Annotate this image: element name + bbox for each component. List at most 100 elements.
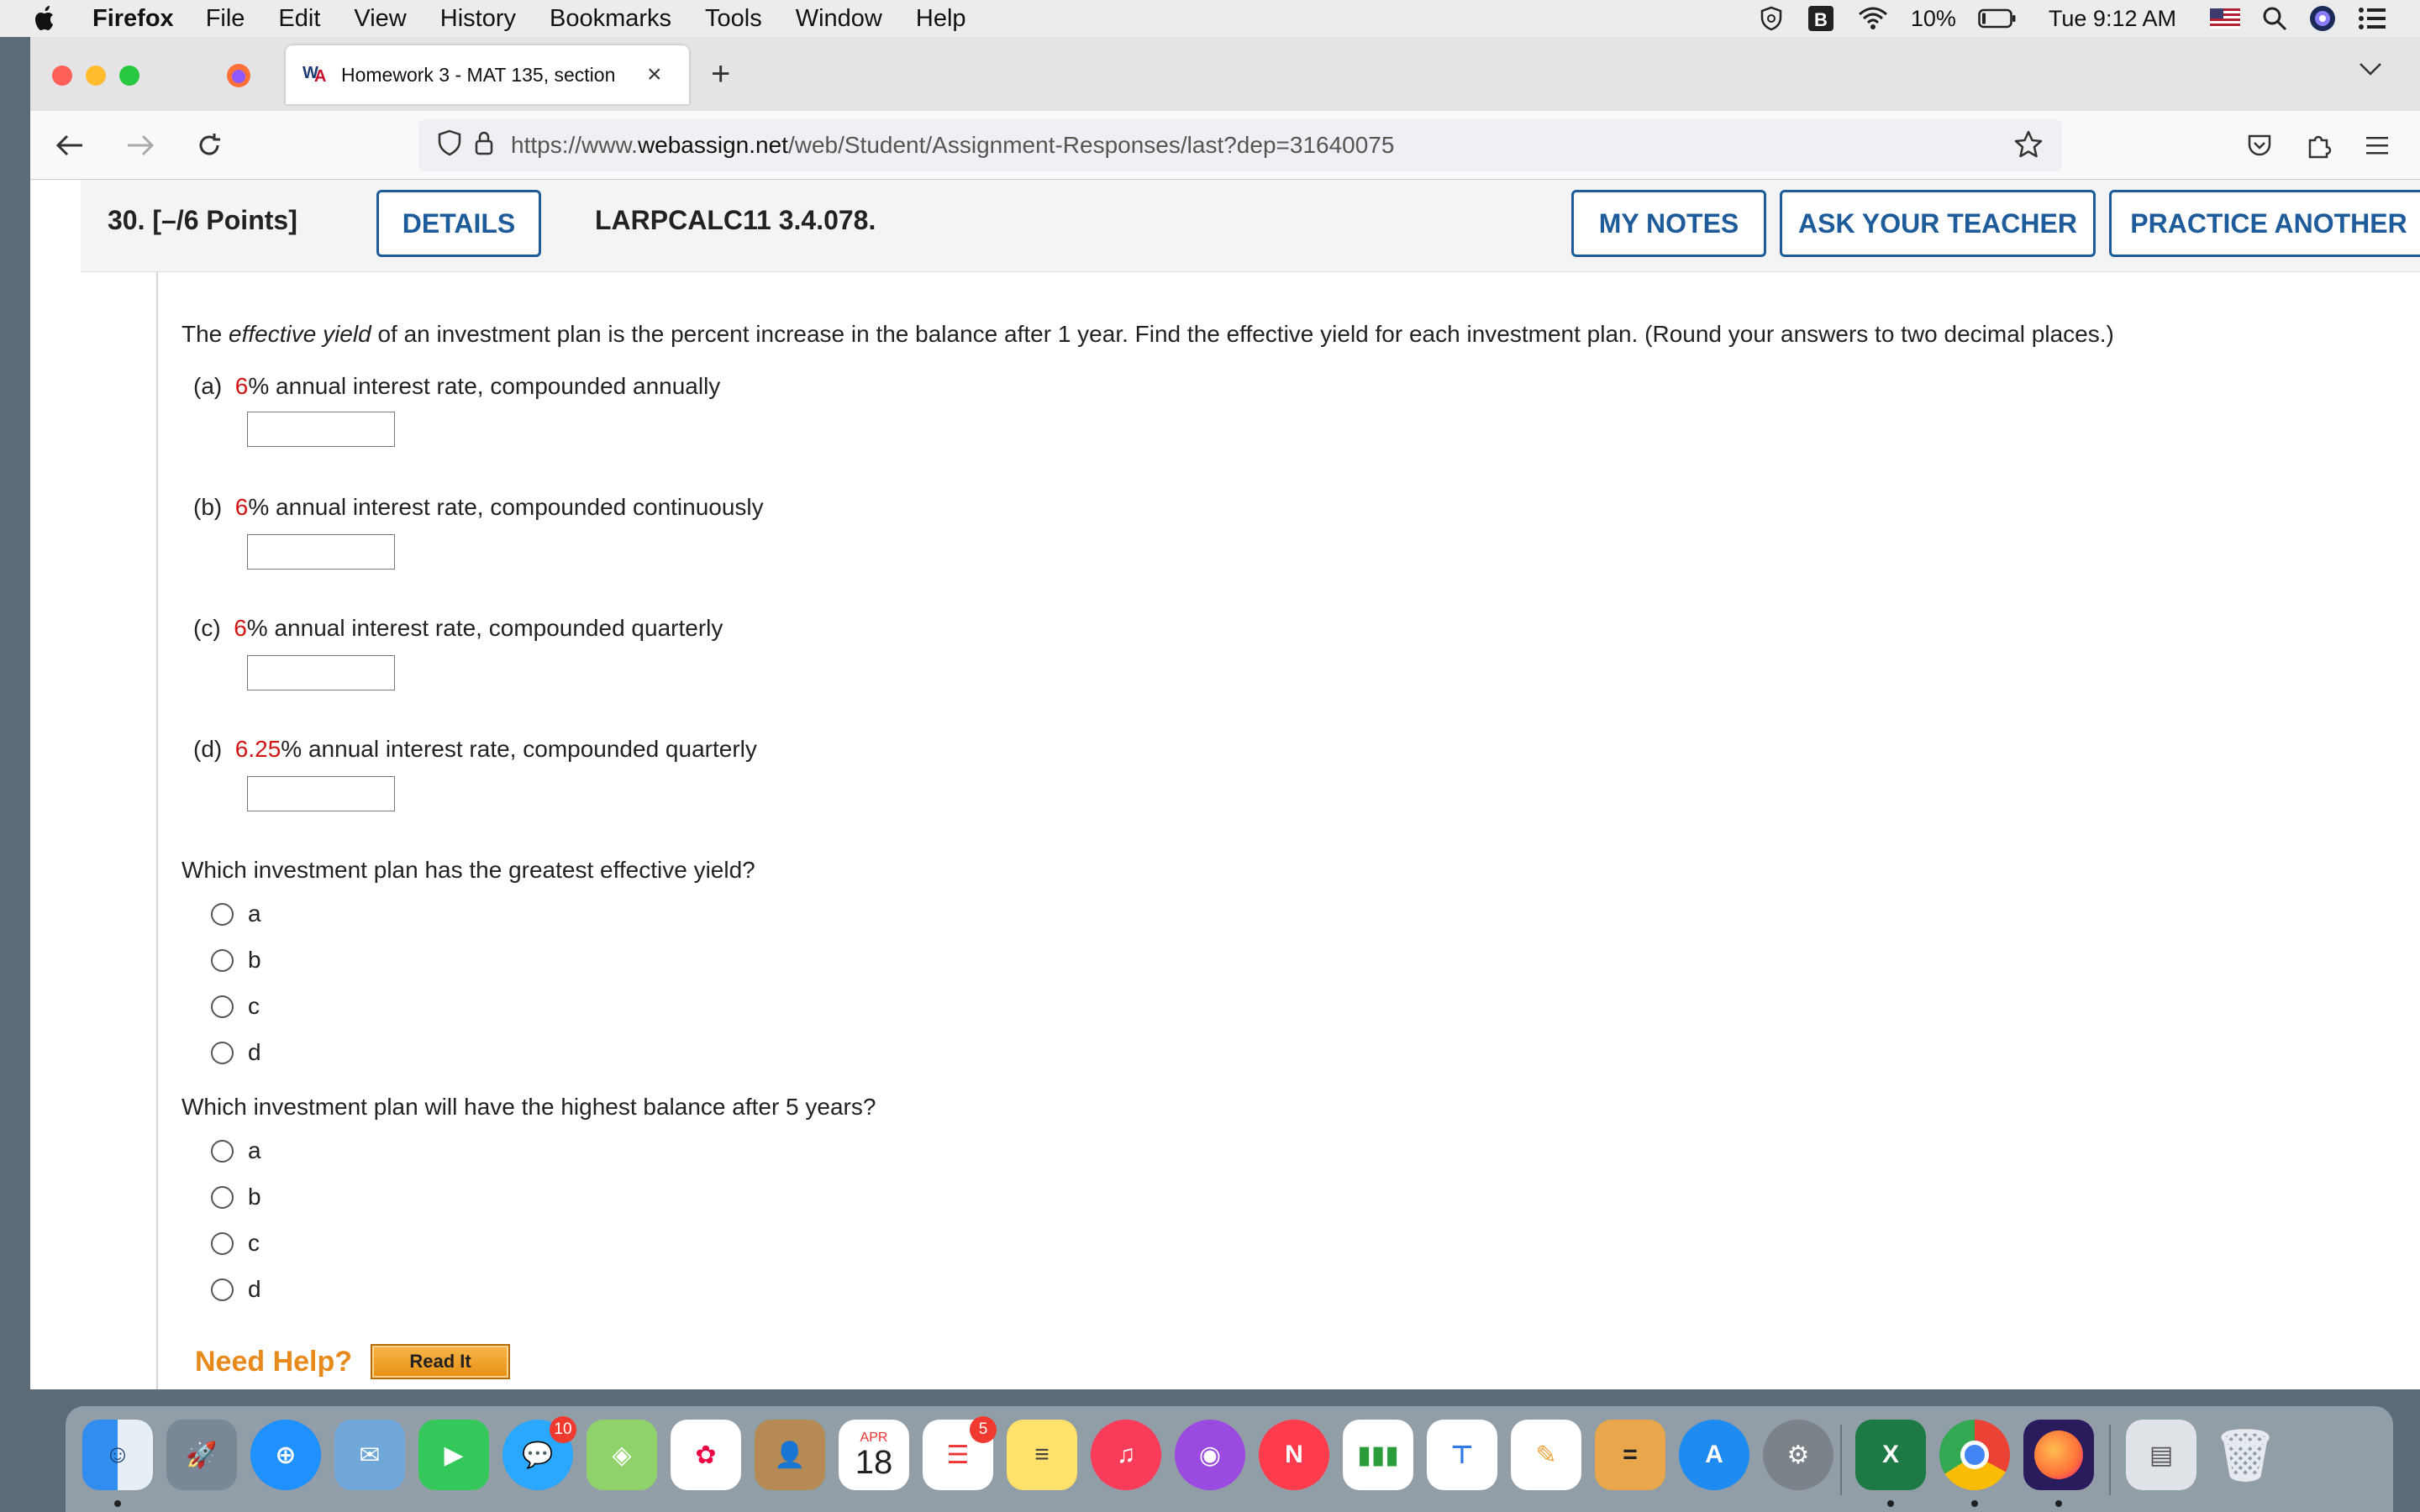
radio-button[interactable]	[211, 995, 234, 1018]
menu-edit[interactable]: Edit	[278, 5, 320, 33]
back-arrow-icon[interactable]	[50, 126, 89, 165]
details-button[interactable]: DETAILS	[376, 190, 541, 257]
app-menu-hamburger-icon[interactable]	[2358, 126, 2396, 165]
address-bar[interactable]: https://www.webassign.net/web/Student/As…	[418, 119, 2062, 171]
lock-icon[interactable]	[474, 130, 494, 161]
maps-icon[interactable]: ◈	[587, 1420, 657, 1490]
safari-icon[interactable]: ⊕	[250, 1420, 321, 1490]
part-b-answer-input[interactable]	[247, 534, 395, 570]
notification-center-icon[interactable]	[2358, 7, 2386, 30]
podcasts-icon[interactable]: ◉	[1175, 1420, 1245, 1490]
need-help-section: Need Help? Read It	[195, 1344, 511, 1379]
us-flag-icon[interactable]	[2210, 8, 2240, 29]
radio-button[interactable]	[211, 1041, 234, 1064]
menu-history[interactable]: History	[440, 5, 516, 33]
finder-icon[interactable]: ☺	[82, 1420, 153, 1490]
svg-text:A: A	[314, 67, 326, 83]
radio-button[interactable]	[211, 1185, 234, 1209]
bookmark-star-icon[interactable]	[2013, 129, 2044, 165]
radio-button[interactable]	[211, 948, 234, 972]
ask-your-teacher-button[interactable]: ASK YOUR TEACHER	[1780, 190, 2096, 257]
battery-icon[interactable]	[1978, 8, 2017, 29]
zoom-window-button[interactable]	[119, 66, 139, 86]
siri-icon[interactable]	[2309, 5, 2336, 32]
part-d-answer-input[interactable]	[247, 776, 395, 811]
menu-view[interactable]: View	[354, 5, 406, 33]
url-text[interactable]: https://www.webassign.net/web/Student/As…	[511, 132, 1394, 159]
webassign-page: 30. [–/6 Points] DETAILS LARPCALC11 3.4.…	[30, 180, 2420, 1389]
radio-button[interactable]	[211, 1139, 234, 1163]
macos-menu-bar: Firefox File Edit View History Bookmarks…	[0, 0, 2420, 37]
balance-option-a[interactable]: a	[211, 1137, 261, 1164]
system-preferences-gear-icon[interactable]: ⚙	[1763, 1420, 1833, 1490]
wifi-icon[interactable]	[1857, 6, 1889, 31]
apple-icon[interactable]	[34, 5, 67, 32]
balance-option-b[interactable]: b	[211, 1184, 261, 1210]
menu-bookmarks[interactable]: Bookmarks	[550, 5, 671, 33]
close-window-button[interactable]	[52, 66, 72, 86]
menu-window[interactable]: Window	[796, 5, 882, 33]
yield-option-c[interactable]: c	[211, 993, 260, 1020]
keynote-icon[interactable]: ⊤	[1427, 1420, 1497, 1490]
messages-badge: 10	[550, 1416, 576, 1443]
firefox-view-icon[interactable]	[225, 62, 252, 93]
list-tabs-chevron-icon[interactable]	[2358, 60, 2383, 81]
radio-button[interactable]	[211, 902, 234, 926]
radio-button[interactable]	[211, 1231, 234, 1255]
trash-icon[interactable]: 🗑	[2210, 1420, 2281, 1490]
numbers-icon[interactable]: ▮▮▮	[1343, 1420, 1413, 1490]
chrome-icon[interactable]	[1939, 1420, 2010, 1490]
contacts-icon[interactable]: 👤	[755, 1420, 825, 1490]
balance-option-c[interactable]: c	[211, 1230, 260, 1257]
calculator-icon[interactable]: =	[1595, 1420, 1665, 1490]
facetime-icon[interactable]: ▶	[418, 1420, 489, 1490]
calendar-icon[interactable]: APR 18	[839, 1420, 909, 1490]
radio-button[interactable]	[211, 1278, 234, 1301]
calendar-day: 18	[855, 1444, 893, 1481]
mail-stamp-icon[interactable]: ✉	[334, 1420, 405, 1490]
part-c-answer-input[interactable]	[247, 655, 395, 690]
part-a-answer-input[interactable]	[247, 412, 395, 447]
launchpad-icon[interactable]: 🚀	[166, 1420, 237, 1490]
reload-icon[interactable]	[190, 126, 229, 165]
practice-another-button[interactable]: PRACTICE ANOTHER	[2109, 190, 2420, 257]
photos-icon[interactable]: ✿	[671, 1420, 741, 1490]
part-a-prompt: (a) 6% annual interest rate, compounded …	[193, 373, 721, 399]
yield-option-d[interactable]: d	[211, 1039, 261, 1066]
forward-arrow-icon[interactable]	[121, 126, 160, 165]
close-tab-icon[interactable]: ×	[647, 60, 662, 89]
menu-help[interactable]: Help	[916, 5, 966, 33]
pocket-icon[interactable]	[2240, 126, 2279, 165]
yield-option-b[interactable]: b	[211, 947, 261, 974]
notes-icon[interactable]: ≡	[1007, 1420, 1077, 1490]
tracking-protection-shield-icon[interactable]	[437, 129, 462, 162]
question-header: 30. [–/6 Points] DETAILS LARPCALC11 3.4.…	[81, 180, 2420, 272]
spotlight-search-icon[interactable]	[2262, 6, 2287, 31]
minimize-window-button[interactable]	[86, 66, 106, 86]
menu-tools[interactable]: Tools	[705, 5, 762, 33]
tab-homework[interactable]: WA Homework 3 - MAT 135, section ×	[286, 45, 689, 104]
running-indicator	[2055, 1500, 2062, 1507]
extensions-puzzle-icon[interactable]	[2299, 126, 2338, 165]
firefox-icon[interactable]	[2023, 1420, 2094, 1490]
pages-icon[interactable]: ✎	[1511, 1420, 1581, 1490]
need-help-label: Need Help?	[195, 1345, 353, 1378]
news-icon[interactable]: N	[1259, 1420, 1329, 1490]
menu-file[interactable]: File	[206, 5, 245, 33]
yield-option-a[interactable]: a	[211, 900, 261, 927]
balance-option-d[interactable]: d	[211, 1276, 261, 1303]
new-tab-button[interactable]: +	[711, 55, 730, 93]
dock-separator	[2109, 1425, 2111, 1495]
downloads-stack-icon[interactable]: ▤	[2126, 1420, 2196, 1490]
music-icon[interactable]: ♫	[1091, 1420, 1161, 1490]
vpn-shield-icon[interactable]	[1758, 5, 1785, 32]
read-it-button[interactable]: Read It	[371, 1344, 511, 1379]
running-indicator	[1887, 1500, 1894, 1507]
menubar-clock[interactable]: Tue 9:12 AM	[2049, 6, 2176, 32]
part-a-rate: 6	[234, 373, 249, 399]
extension-b-icon[interactable]: B	[1807, 4, 1835, 33]
app-store-icon[interactable]: A	[1679, 1420, 1749, 1490]
excel-icon[interactable]: X	[1855, 1420, 1926, 1490]
my-notes-button[interactable]: MY NOTES	[1571, 190, 1766, 257]
menu-firefox[interactable]: Firefox	[92, 5, 174, 33]
